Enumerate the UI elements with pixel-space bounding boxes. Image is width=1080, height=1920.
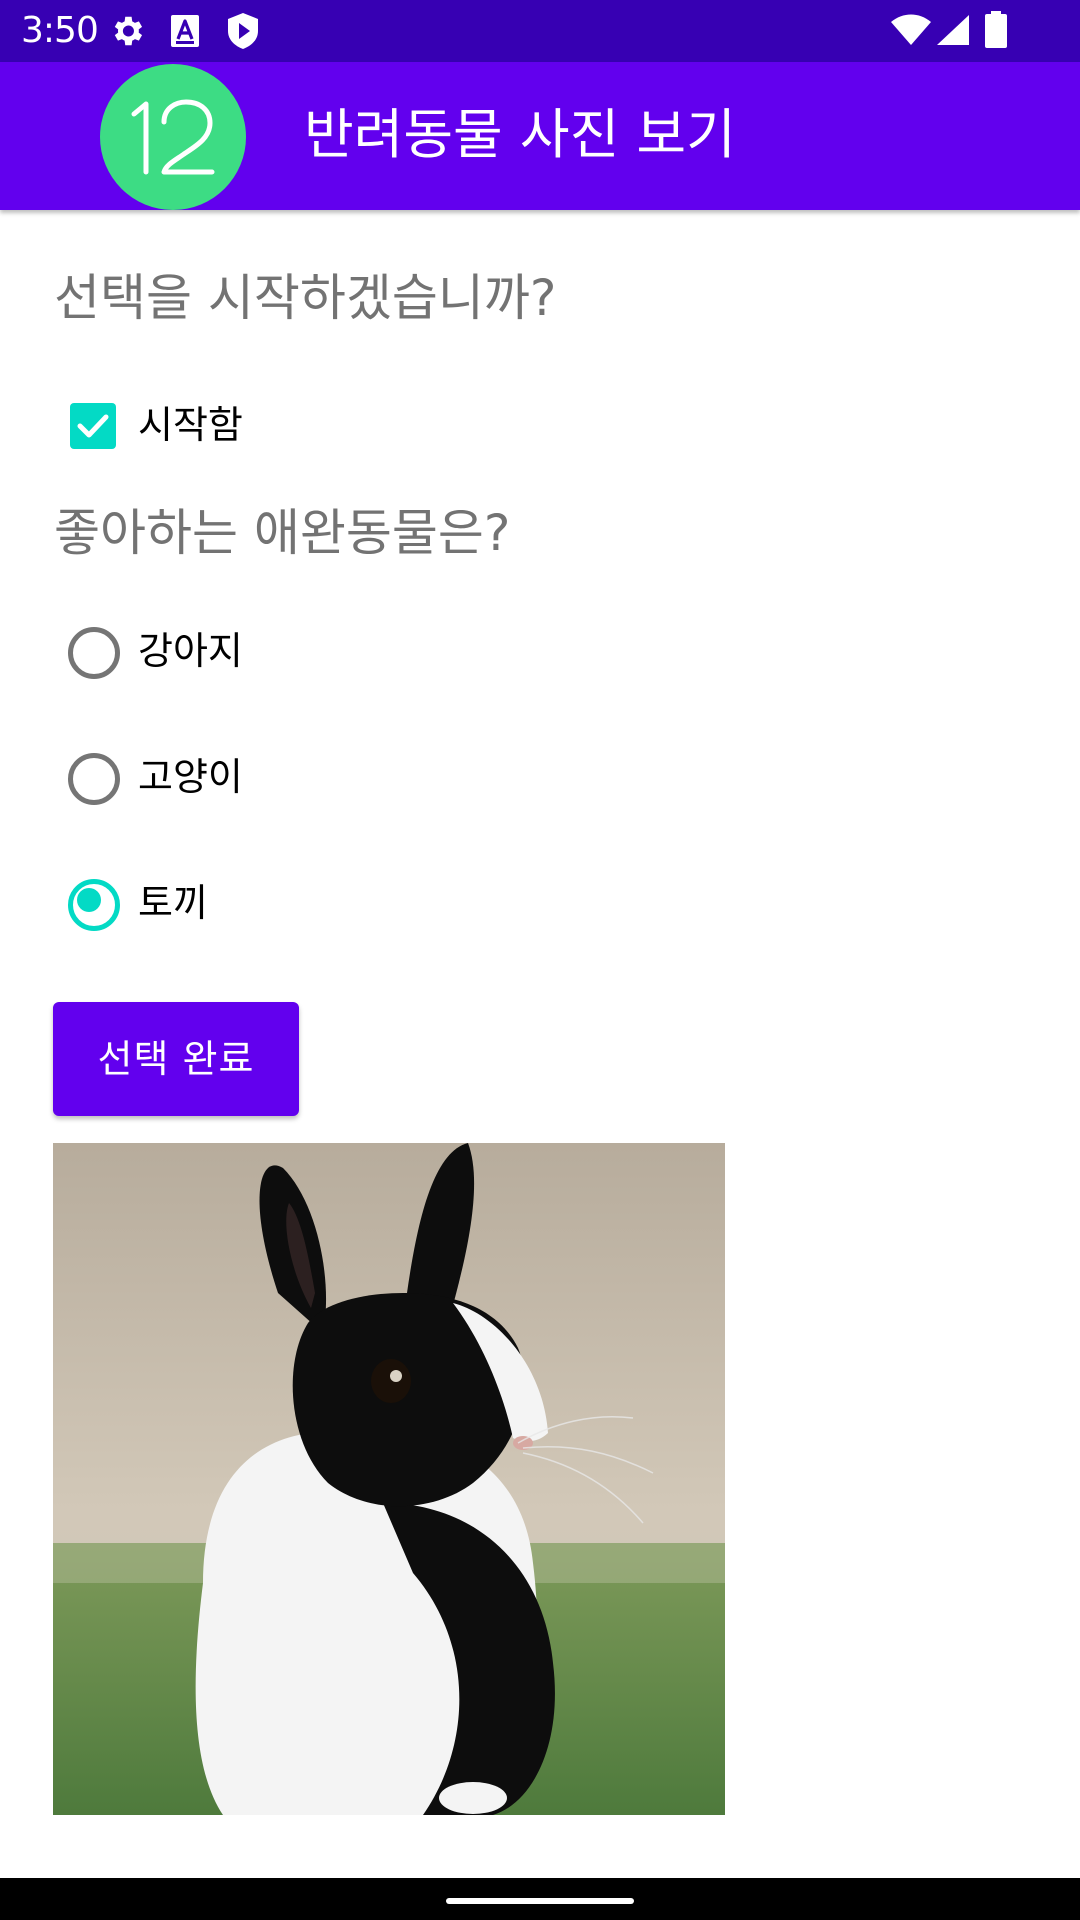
battery-icon [984,11,1008,53]
radio-option-label: 고양이 [138,755,243,799]
status-bar: 3:50 [0,0,1080,62]
radio-unchecked-icon[interactable] [66,625,120,679]
radio-checked-icon[interactable] [66,877,120,931]
a-text-icon [170,14,200,52]
app-title: 반려동물 사진 보기 [304,103,736,166]
android-12-logo [100,64,246,210]
pet-question: 좋아하는 애완동물은? [54,504,511,562]
radio-unchecked-icon[interactable] [66,751,120,805]
radio-option-dog[interactable]: 강아지 [52,611,552,691]
cellular-signal-icon [936,14,970,50]
checkbox-checked-icon[interactable] [66,399,118,451]
home-gesture-handle[interactable] [446,1898,634,1904]
radio-option-rabbit[interactable]: 토끼 [52,863,552,943]
shield-play-icon [226,11,260,55]
radio-option-cat[interactable]: 고양이 [52,737,552,817]
gear-icon [108,12,146,54]
start-question: 선택을 시작하겠습니까? [54,269,557,327]
pet-image [53,1143,725,1815]
status-time: 3:50 [21,10,99,51]
radio-option-label: 토끼 [138,881,208,925]
wifi-icon [890,14,932,50]
radio-option-label: 강아지 [138,629,243,673]
app-bar: 반려동물 사진 보기 [0,62,1080,210]
select-done-button[interactable]: 선택 완료 [53,1002,299,1116]
start-checkbox[interactable]: 시작함 [52,385,552,465]
start-checkbox-label: 시작함 [138,403,243,447]
